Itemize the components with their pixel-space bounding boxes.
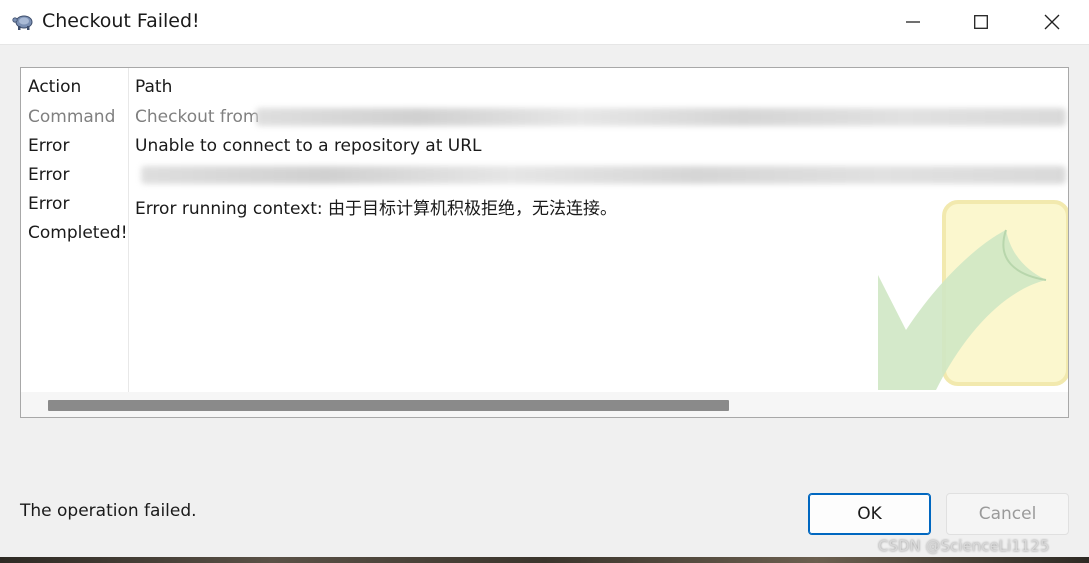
desktop-background-strip — [0, 557, 1089, 563]
log-row[interactable]: Error — [21, 159, 1068, 188]
minimize-button[interactable] — [880, 0, 946, 44]
log-action: Error — [28, 194, 70, 214]
log-path: Error running context: 由于目标计算机积极拒绝，无法连接。 — [135, 199, 618, 219]
close-button[interactable] — [1019, 0, 1085, 44]
maximize-icon — [974, 15, 988, 29]
log-path: Unable to connect to a repository at URL — [135, 136, 482, 156]
log-row[interactable]: Completed! — [21, 217, 1068, 246]
maximize-button[interactable] — [948, 0, 1014, 44]
column-header-action[interactable]: Action — [28, 77, 81, 97]
log-row[interactable]: Error Unable to connect to a repository … — [21, 130, 1068, 159]
redacted-text — [141, 166, 1066, 184]
minimize-icon — [906, 21, 920, 23]
tortoise-app-icon — [12, 15, 33, 30]
log-row[interactable]: Error Error running context: 由于目标计算机积极拒绝… — [21, 188, 1068, 219]
log-action: Completed! — [28, 223, 128, 243]
ok-button[interactable]: OK — [808, 493, 931, 535]
close-icon — [1044, 14, 1060, 30]
log-action: Error — [28, 136, 70, 156]
horizontal-scrollbar[interactable] — [21, 392, 1068, 417]
log-path: Checkout from — [135, 107, 260, 127]
log-action: Command — [28, 107, 116, 127]
log-row[interactable]: Command Checkout from — [21, 101, 1068, 130]
status-message: The operation failed. — [20, 501, 197, 521]
title-bar: Checkout Failed! — [0, 0, 1089, 45]
header-row: Action Path — [21, 71, 1068, 100]
credit-watermark: CSDN @ScienceLi1125 — [878, 537, 1050, 555]
window-title: Checkout Failed! — [42, 10, 200, 32]
log-list[interactable]: Action Path Command Checkout from Error … — [20, 67, 1069, 418]
cancel-button[interactable]: Cancel — [946, 493, 1069, 535]
redacted-text — [256, 108, 1066, 126]
scrollbar-thumb[interactable] — [48, 400, 729, 411]
log-action: Error — [28, 165, 70, 185]
column-header-path[interactable]: Path — [135, 77, 172, 97]
